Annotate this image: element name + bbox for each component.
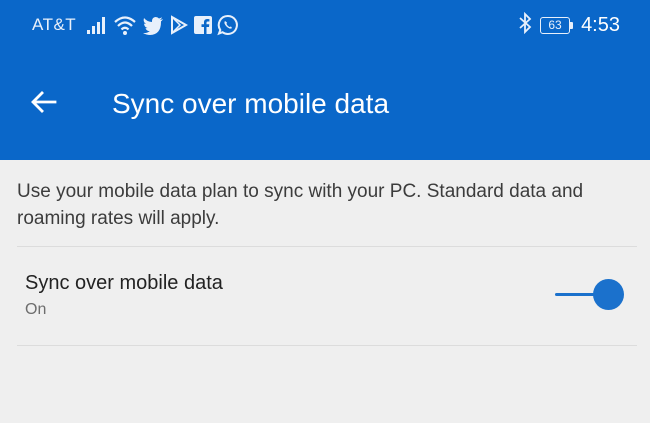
notification-icons: [86, 12, 239, 38]
back-arrow-icon[interactable]: [28, 86, 60, 118]
facebook-icon: [194, 16, 212, 34]
twitter-icon: [142, 15, 164, 35]
system-status: 63 4:53: [518, 11, 620, 39]
page-title: Sync over mobile data: [112, 88, 390, 119]
play-store-icon: [169, 15, 189, 35]
app-bar: AT&T 63 4:53 Sync over mobile data: [0, 0, 650, 160]
status-bar: AT&T 63 4:53: [0, 0, 650, 52]
battery-icon: 63: [540, 16, 574, 34]
bluetooth-icon: [518, 11, 532, 39]
divider: [17, 345, 637, 346]
whatsapp-icon: [217, 14, 239, 36]
sync-setting-row[interactable]: Sync over mobile data On: [0, 247, 650, 345]
toggle-thumb[interactable]: [593, 279, 624, 310]
clock: 4:53: [581, 13, 620, 36]
description-text: Use your mobile data plan to sync with y…: [17, 181, 584, 229]
battery-level: 63: [540, 16, 571, 34]
setting-title: Sync over mobile data: [25, 272, 223, 294]
wifi-icon: [113, 14, 137, 36]
carrier-label: AT&T: [32, 15, 77, 34]
sync-toggle[interactable]: [555, 279, 625, 311]
setting-status: On: [25, 301, 47, 318]
signal-icon: [86, 15, 108, 35]
